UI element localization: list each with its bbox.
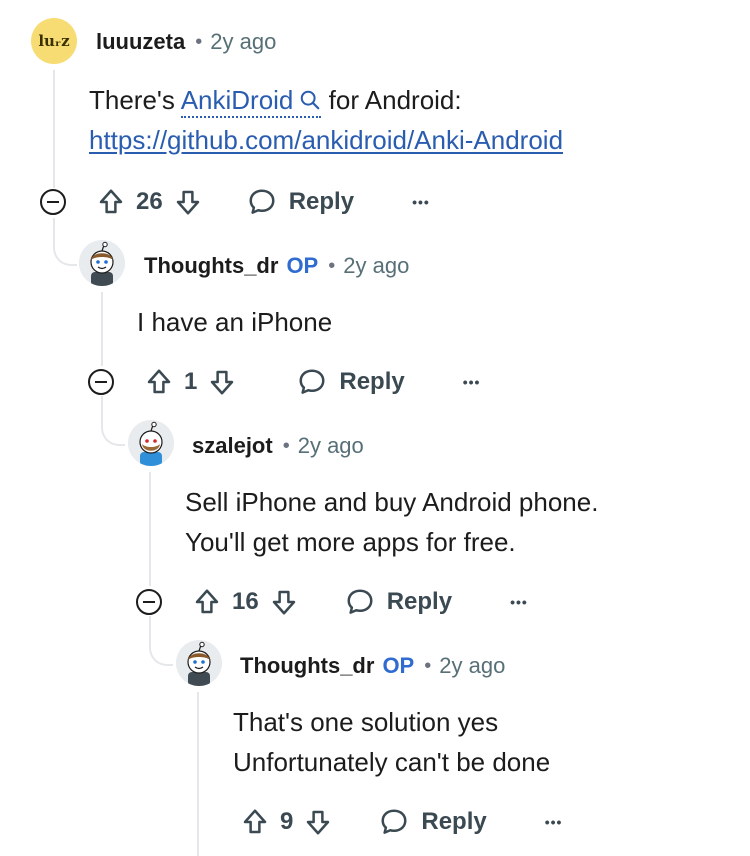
more-options-button[interactable]: ••• (510, 594, 528, 610)
meta-separator: • (328, 254, 336, 277)
comment-body-line: You'll get more apps for free. (185, 527, 516, 557)
comment-actions: 9 Reply ••• (240, 802, 562, 842)
comment-meta: Thoughts_dr OP • 2y ago (240, 651, 505, 681)
thread-connector-1 (53, 218, 77, 266)
timestamp[interactable]: 2y ago (343, 253, 409, 279)
avatar[interactable] (128, 420, 174, 466)
collapse-thread-button[interactable] (88, 369, 114, 395)
username[interactable]: Thoughts_dr (144, 253, 278, 279)
comment-body-line: https://github.com/ankidroid/Anki-Androi… (89, 120, 563, 160)
comment-body-line: That's one solution yes (233, 707, 499, 737)
comment-bubble-icon (347, 589, 373, 614)
reply-button[interactable]: Reply (379, 807, 487, 837)
timestamp[interactable]: 2y ago (298, 433, 364, 459)
reply-button[interactable]: Reply (345, 587, 452, 617)
username[interactable]: szalejot (192, 433, 273, 459)
comment-meta: Thoughts_dr OP • 2y ago (144, 251, 409, 281)
avatar-initials: luᵣᴢ (38, 32, 70, 50)
comment-bubble-icon (381, 809, 407, 834)
downvote-icon[interactable] (303, 807, 333, 837)
comment-body: That's one solution yes Unfortunately ca… (233, 702, 550, 782)
vote-count: 9 (280, 808, 294, 835)
comment-meta: szalejot • 2y ago (192, 431, 364, 461)
comment-body: Sell iPhone and buy Android phone. You'l… (185, 482, 598, 562)
search-icon (301, 90, 320, 110)
thread-line-2 (101, 292, 103, 366)
op-badge: OP (382, 653, 415, 678)
comment-bubble-icon (249, 189, 275, 214)
upvote-icon[interactable] (144, 367, 174, 397)
comment-actions: 1 Reply ••• (144, 362, 480, 402)
timestamp[interactable]: 2y ago (210, 29, 276, 55)
comment-meta: luuuzeta • 2y ago (96, 27, 276, 57)
reply-label: Reply (386, 588, 453, 615)
username[interactable]: luuuzeta (96, 29, 185, 55)
comment-body-line: I have an iPhone (137, 307, 333, 337)
meta-separator: • (424, 654, 432, 677)
op-badge: OP (286, 253, 319, 278)
more-options-button[interactable]: ••• (463, 374, 481, 390)
comment-bubble-icon (299, 369, 325, 394)
username[interactable]: Thoughts_dr (240, 653, 374, 679)
meta-separator: • (282, 434, 290, 457)
downvote-icon[interactable] (207, 367, 237, 397)
thread-line-4 (197, 692, 199, 856)
comment-actions: 16 Reply ••• (192, 582, 528, 622)
github-link[interactable]: https://github.com/ankidroid/Anki-Androi… (89, 125, 563, 155)
more-options-button[interactable]: ••• (545, 814, 563, 830)
thread-line-1 (53, 70, 55, 188)
collapse-thread-button[interactable] (136, 589, 162, 615)
downvote-icon[interactable] (173, 187, 203, 217)
snoo-avatar-icon (79, 240, 125, 286)
reply-label: Reply (288, 188, 355, 215)
vote-count: 16 (232, 588, 259, 615)
reply-button[interactable]: Reply (247, 187, 354, 217)
reply-label: Reply (421, 808, 487, 835)
comment-body-line: Sell iPhone and buy Android phone. (185, 487, 599, 517)
avatar[interactable] (79, 240, 125, 286)
upvote-icon[interactable] (240, 807, 270, 837)
snoo-avatar-icon (128, 420, 174, 466)
vote-count: 26 (136, 188, 163, 215)
upvote-icon[interactable] (192, 587, 222, 617)
upvote-icon[interactable] (96, 187, 126, 217)
comment-body: There's AnkiDroid for Android: https://g… (89, 80, 563, 160)
comment-text: for Android: (328, 85, 462, 115)
comment-body: I have an iPhone (137, 302, 332, 342)
anki-search-link[interactable]: AnkiDroid (180, 85, 322, 118)
more-options-button[interactable]: ••• (412, 194, 430, 210)
thread-line-3 (149, 472, 151, 586)
timestamp[interactable]: 2y ago (439, 653, 505, 679)
reply-label: Reply (339, 368, 405, 395)
comment-body-line: There's AnkiDroid for Android: (89, 80, 563, 120)
comment-text: There's (89, 85, 175, 115)
thread-connector-2 (101, 396, 125, 446)
thread-connector-3 (149, 616, 173, 666)
snoo-avatar-icon (176, 640, 222, 686)
downvote-icon[interactable] (269, 587, 299, 617)
comment-actions: 26 Reply ••• (96, 182, 430, 222)
comment-body-line: Unfortunately can't be done (233, 747, 551, 777)
reply-button[interactable]: Reply (297, 367, 405, 397)
anki-link-label: AnkiDroid (180, 85, 294, 115)
avatar[interactable]: luᵣᴢ (31, 18, 77, 64)
vote-count: 1 (184, 368, 198, 395)
meta-separator: • (195, 30, 203, 53)
collapse-thread-button[interactable] (40, 189, 66, 215)
avatar[interactable] (176, 640, 222, 686)
